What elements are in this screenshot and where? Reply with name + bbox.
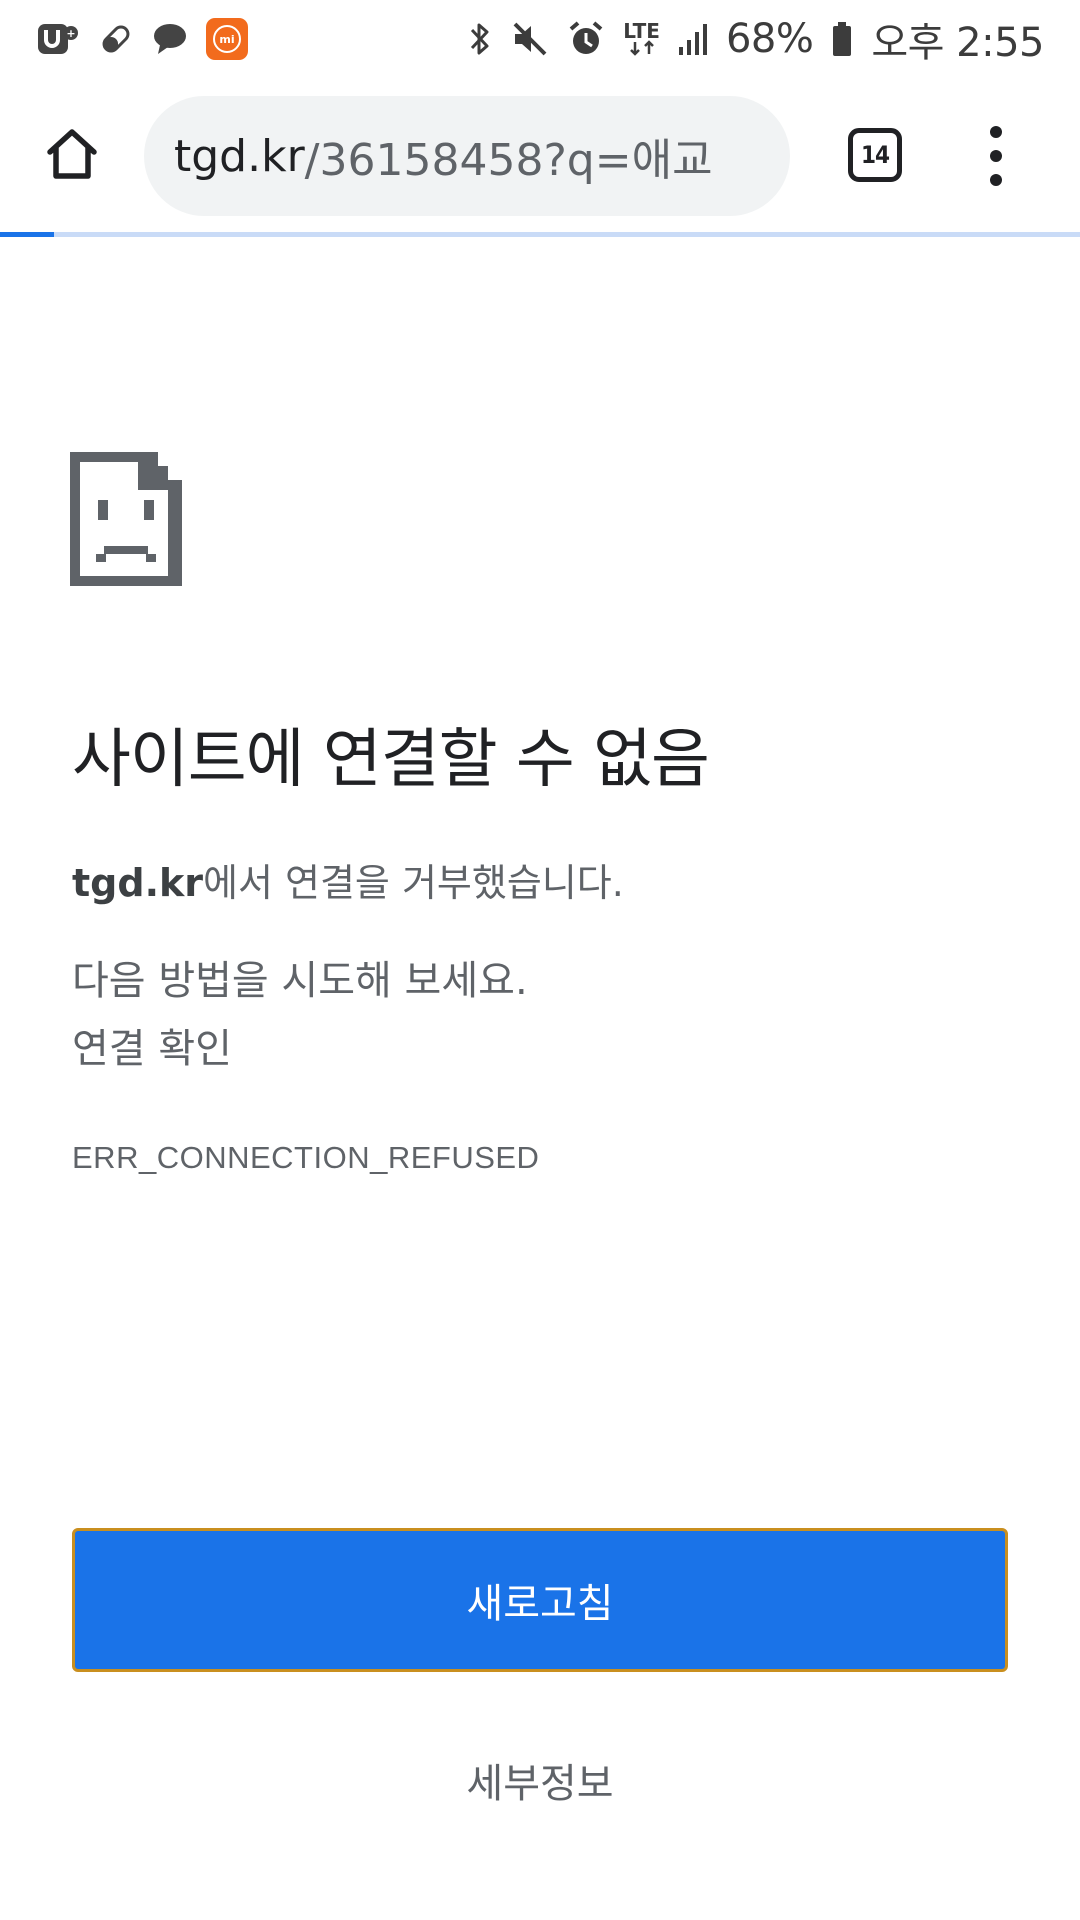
mi-app-icon: mi bbox=[206, 18, 248, 60]
menu-dot-icon bbox=[990, 174, 1002, 186]
menu-dot-icon bbox=[990, 126, 1002, 138]
menu-dot-icon bbox=[990, 150, 1002, 162]
url-bar[interactable]: tgd.kr/36158458?q=애교 bbox=[144, 96, 790, 216]
alarm-icon bbox=[567, 20, 605, 58]
overflow-menu-button[interactable] bbox=[970, 126, 1022, 186]
status-bar: + mi LTE 68% 오후 2:55 bbox=[0, 0, 1080, 78]
error-detail-host: tgd.kr bbox=[72, 861, 204, 905]
battery-percent: 68% bbox=[725, 16, 814, 62]
u-plus-app-icon: + bbox=[36, 20, 80, 58]
bluetooth-icon bbox=[467, 20, 493, 58]
sad-page-icon bbox=[70, 452, 182, 586]
lte-data-icon: LTE bbox=[623, 21, 660, 56]
svg-text:+: + bbox=[66, 27, 75, 40]
battery-icon bbox=[831, 20, 853, 58]
error-code: ERR_CONNECTION_REFUSED bbox=[72, 1140, 540, 1175]
status-notification-icons: + mi bbox=[36, 18, 248, 60]
suggestion-check-connection: 연결 확인 bbox=[72, 1026, 232, 1072]
tab-switcher-button[interactable]: 14 bbox=[848, 128, 902, 182]
home-icon bbox=[47, 129, 97, 179]
details-button[interactable]: 세부정보 bbox=[340, 1740, 740, 1820]
error-detail-text: 에서 연결을 거부했습니다. bbox=[203, 861, 624, 905]
page-load-progress-fill bbox=[0, 232, 54, 237]
chat-bubble-icon bbox=[152, 21, 188, 57]
error-detail: tgd.kr에서 연결을 거부했습니다. bbox=[72, 852, 624, 907]
url-path: /36158458?q=애교 bbox=[304, 135, 713, 186]
browser-toolbar: tgd.kr/36158458?q=애교 14 bbox=[0, 78, 1080, 234]
reload-button[interactable]: 새로고침 bbox=[72, 1528, 1008, 1672]
mute-icon bbox=[511, 20, 549, 58]
tab-count: 14 bbox=[860, 141, 890, 169]
pill-icon bbox=[98, 21, 134, 57]
url-host: tgd.kr bbox=[174, 130, 305, 182]
error-title: 사이트에 연결할 수 없음 bbox=[72, 723, 710, 797]
signal-icon bbox=[678, 21, 708, 57]
suggestions-heading: 다음 방법을 시도해 보세요. bbox=[72, 958, 528, 1004]
status-time: 오후 2:55 bbox=[871, 20, 1044, 66]
status-system-icons: LTE 68% 오후 2:55 bbox=[467, 10, 1044, 68]
page-load-progress bbox=[0, 232, 1080, 237]
home-button[interactable] bbox=[42, 124, 102, 184]
